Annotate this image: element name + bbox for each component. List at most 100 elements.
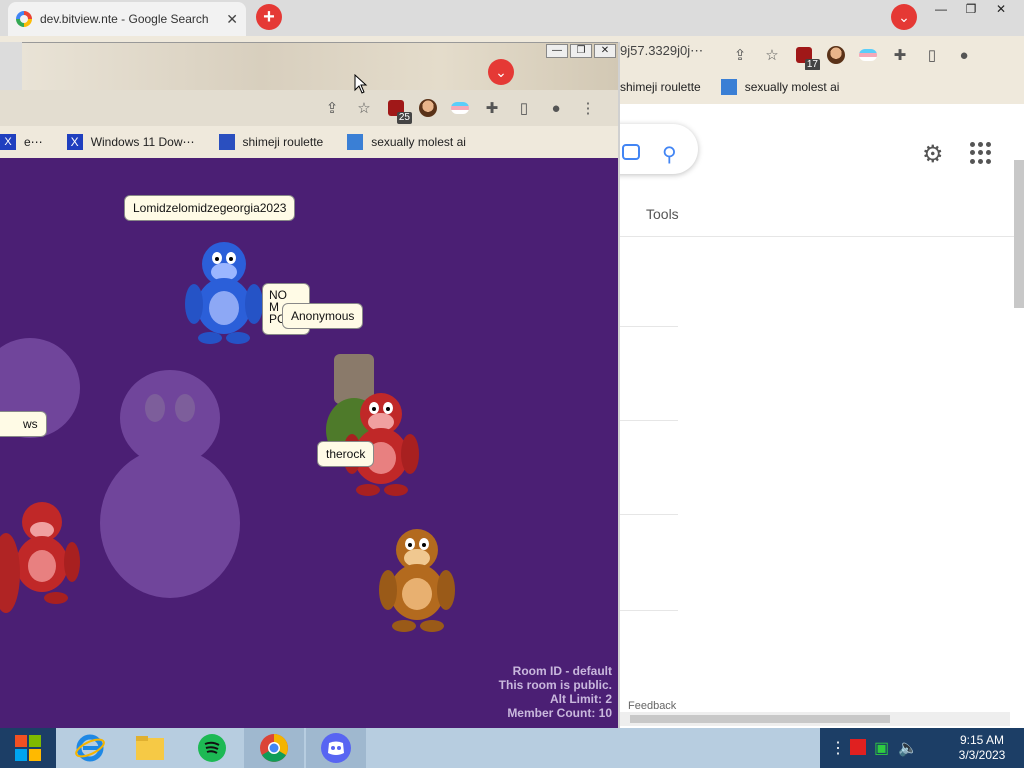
network-icon[interactable]: ▣ bbox=[874, 738, 889, 758]
google-results-page: ⚲ ⚙ Tools Feedback bbox=[600, 104, 1024, 728]
titlebar-edge bbox=[0, 42, 22, 90]
share-icon[interactable]: ⇪ bbox=[322, 98, 342, 118]
spotify-icon bbox=[198, 734, 226, 762]
scrollbar-thumb[interactable] bbox=[630, 715, 890, 723]
menu-kebab-icon[interactable]: ⋮ bbox=[578, 98, 598, 118]
background-toolbar-icons: ⇪ ☆ 17 ✚ ▯ ● bbox=[730, 45, 974, 71]
tray-overflow-icon[interactable]: ⋮ bbox=[830, 738, 846, 758]
brown-gorilla-avatar[interactable] bbox=[376, 522, 458, 634]
tab-search-button[interactable]: ⌄ bbox=[891, 4, 917, 30]
divider bbox=[620, 514, 678, 515]
foreground-window-controls: — ❐ ✕ bbox=[546, 44, 616, 58]
camera-search-icon[interactable] bbox=[622, 144, 640, 160]
blue-gorilla-avatar[interactable] bbox=[184, 234, 264, 346]
ghost-gorilla-logo bbox=[100, 370, 240, 598]
bookmark-star-icon[interactable]: ☆ bbox=[354, 98, 374, 118]
profile-icon[interactable]: ● bbox=[546, 98, 566, 118]
minimize-icon[interactable]: — bbox=[926, 0, 956, 18]
vertical-scrollbar[interactable] bbox=[1014, 160, 1024, 308]
divider bbox=[620, 236, 1024, 237]
red-gorilla-avatar-partial[interactable] bbox=[0, 528, 22, 618]
room-id: Room ID - default bbox=[512, 664, 612, 678]
clock[interactable]: 9:15 AM 3/3/2023 bbox=[940, 733, 1024, 763]
extension-icon[interactable]: 25 bbox=[386, 98, 412, 124]
extension-badge: 25 bbox=[396, 112, 412, 124]
chrome-icon bbox=[260, 734, 288, 762]
file-explorer-taskbar-button[interactable] bbox=[120, 728, 180, 768]
avatar-extension-icon[interactable] bbox=[418, 98, 438, 118]
bookmark-favicon-icon bbox=[218, 134, 235, 150]
close-window-icon[interactable]: ✕ bbox=[986, 0, 1016, 18]
foreground-bookmarks-bar: Xe⋯ X Windows 11 Dow⋯ shimeji roulette se… bbox=[0, 126, 618, 158]
feedback-link[interactable]: Feedback bbox=[628, 700, 676, 712]
foreground-titlebar[interactable]: — ❐ ✕ ⌄ bbox=[22, 42, 618, 90]
gear-icon[interactable]: ⚙ bbox=[922, 140, 944, 169]
new-tab-button[interactable]: + bbox=[256, 4, 282, 30]
foreground-toolbar-icons: ⇪ ☆ 25 ✚ ▯ ● ⋮ bbox=[322, 98, 598, 124]
start-button[interactable] bbox=[0, 728, 56, 768]
background-window-controls: — ❐ ✕ bbox=[926, 0, 1016, 18]
member-count: Member Count: 10 bbox=[507, 706, 612, 720]
bookmark-favicon-icon bbox=[347, 134, 364, 150]
restore-icon[interactable]: ❐ bbox=[956, 0, 986, 18]
chat-room-stage[interactable]: Lomidzelomidzegeorgia2023 NO M PC Anonym… bbox=[0, 158, 618, 728]
extension-icon[interactable]: 17 bbox=[794, 45, 820, 71]
bookmark-star-icon[interactable]: ☆ bbox=[762, 45, 782, 65]
volume-icon[interactable]: 🔈 bbox=[898, 738, 918, 758]
system-tray: ⋮ ▣ 🔈 9:15 AM 3/3/2023 bbox=[820, 728, 1024, 768]
apps-grid-icon[interactable] bbox=[970, 142, 992, 164]
discord-taskbar-button[interactable] bbox=[306, 728, 366, 768]
bookmark-favicon-icon: X bbox=[0, 134, 16, 150]
background-bookmarks-bar: shimeji roulette sexually molest ai bbox=[620, 70, 1024, 104]
bookmark-ai[interactable]: sexually molest ai bbox=[720, 79, 839, 95]
internet-explorer-taskbar-button[interactable] bbox=[60, 728, 120, 768]
bookmark-favicon-icon bbox=[720, 79, 737, 95]
divider bbox=[620, 420, 678, 421]
mouse-cursor-icon bbox=[354, 74, 368, 94]
discord-icon bbox=[321, 733, 351, 763]
background-url-fragment[interactable]: 9j57.3329j0j⋯ bbox=[620, 43, 703, 59]
flag-extension-icon[interactable] bbox=[450, 98, 470, 118]
internet-explorer-icon bbox=[75, 734, 105, 762]
side-panel-icon[interactable]: ▯ bbox=[514, 98, 534, 118]
side-panel-icon[interactable]: ▯ bbox=[922, 45, 942, 65]
horizontal-scrollbar[interactable] bbox=[620, 712, 1010, 726]
divider bbox=[620, 326, 678, 327]
flag-extension-icon[interactable] bbox=[858, 45, 878, 65]
username-label: therock bbox=[317, 441, 375, 467]
chrome-taskbar-button[interactable] bbox=[244, 728, 304, 768]
profile-icon[interactable]: ● bbox=[954, 45, 974, 65]
puzzle-icon[interactable]: ✚ bbox=[482, 98, 502, 118]
background-tab-strip: dev.bitview.nte - Google Search ✕ + ⌄ — … bbox=[0, 0, 1024, 36]
flag-icon[interactable] bbox=[850, 739, 866, 755]
spotify-taskbar-button[interactable] bbox=[182, 728, 242, 768]
room-info: Room ID - default This room is public. A… bbox=[499, 664, 612, 720]
close-window-icon[interactable]: ✕ bbox=[594, 44, 616, 58]
clock-time: 9:15 AM bbox=[959, 733, 1005, 747]
x-favicon-icon: X bbox=[66, 134, 83, 150]
divider bbox=[620, 610, 678, 611]
restore-icon[interactable]: ❐ bbox=[570, 44, 592, 58]
tools-tab[interactable]: Tools bbox=[646, 206, 679, 222]
foreground-toolbar: ⇪ ☆ 25 ✚ ▯ ● ⋮ bbox=[0, 90, 618, 126]
alt-limit: Alt Limit: 2 bbox=[550, 692, 612, 706]
close-tab-icon[interactable]: ✕ bbox=[226, 11, 238, 28]
taskbar: ⋮ ▣ 🔈 9:15 AM 3/3/2023 bbox=[0, 728, 1024, 768]
windows-logo-icon bbox=[15, 735, 41, 761]
bookmark-windows11[interactable]: X Windows 11 Dow⋯ bbox=[66, 134, 195, 150]
search-icon[interactable]: ⚲ bbox=[662, 142, 677, 167]
minimize-icon[interactable]: — bbox=[546, 44, 568, 58]
puzzle-icon[interactable]: ✚ bbox=[890, 45, 910, 65]
bookmark-shimeji[interactable]: shimeji roulette bbox=[620, 80, 701, 94]
bookmark-shimeji[interactable]: shimeji roulette bbox=[218, 134, 323, 150]
ghost-globe-icon bbox=[0, 338, 80, 438]
username-label: ws bbox=[0, 411, 47, 437]
background-tab[interactable]: dev.bitview.nte - Google Search ✕ bbox=[8, 2, 246, 36]
avatar-extension-icon[interactable] bbox=[826, 45, 846, 65]
bookmark-partial[interactable]: Xe⋯ bbox=[0, 134, 43, 150]
background-tab-title: dev.bitview.nte - Google Search bbox=[40, 12, 209, 26]
tab-search-button[interactable]: ⌄ bbox=[488, 59, 514, 85]
bitview-browser-window: — ❐ ✕ ⌄ ⇪ ☆ 25 ✚ ▯ ● ⋮ Xe⋯ X Windows 11 D… bbox=[0, 42, 620, 728]
share-icon[interactable]: ⇪ bbox=[730, 45, 750, 65]
bookmark-ai[interactable]: sexually molest ai bbox=[347, 134, 466, 150]
